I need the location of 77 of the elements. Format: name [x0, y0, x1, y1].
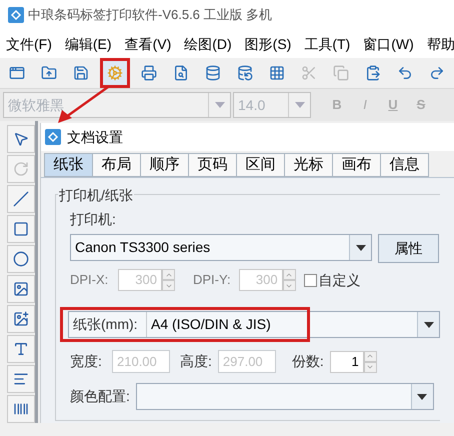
- image-icon: [12, 281, 28, 297]
- tool-button[interactable]: [6, 365, 34, 393]
- width-label: 宽度:: [70, 352, 103, 371]
- grid-icon: [269, 65, 285, 81]
- menu-item[interactable]: 窗口(W): [363, 34, 414, 54]
- tab[interactable]: 信息: [380, 153, 429, 177]
- dropdown-arrow-icon: [294, 102, 304, 108]
- save-icon: [73, 65, 89, 81]
- dropdown[interactable]: Canon TS3300 series: [70, 234, 372, 261]
- tab[interactable]: 画布: [332, 153, 381, 177]
- dropdown-arrow-icon: [214, 102, 224, 108]
- menu-item[interactable]: 查看(V): [124, 34, 172, 54]
- tab[interactable]: 区间: [236, 153, 285, 177]
- tool-button[interactable]: [6, 245, 34, 273]
- dropdown-value: Canon TS3300 series: [74, 238, 212, 257]
- menu-item[interactable]: 图形(S): [244, 34, 292, 54]
- app-logo-icon: [8, 7, 24, 23]
- down-icon: [366, 363, 374, 371]
- image-icon: [12, 311, 28, 327]
- toolbar-button[interactable]: [100, 58, 130, 88]
- rectangle-icon: [12, 221, 28, 237]
- pointer-icon: [12, 131, 28, 147]
- tab[interactable]: 光标: [284, 153, 333, 177]
- tab[interactable]: 顺序: [140, 153, 189, 177]
- copy-icon: [333, 65, 349, 81]
- letter-icon: [12, 341, 28, 357]
- tool-button[interactable]: [6, 215, 34, 243]
- tab[interactable]: 页码: [188, 153, 237, 177]
- document-search-icon: [173, 65, 189, 81]
- redo-icon: [429, 65, 445, 81]
- copies-label: 份数:: [292, 352, 324, 371]
- tool-button[interactable]: [6, 125, 34, 153]
- folder-icon: [41, 65, 57, 81]
- dropdown-arrow-icon: [356, 244, 366, 250]
- printer-label: 打印机:: [70, 210, 117, 229]
- text-lines-icon: [12, 371, 28, 387]
- dpi-y-label: DPI-Y:: [193, 271, 231, 290]
- checkbox-label: 自定义: [318, 270, 361, 290]
- clipboard-icon: [365, 65, 381, 81]
- settings-icon: [107, 65, 123, 81]
- properties-button[interactable]: 属性: [378, 234, 439, 263]
- tool-button[interactable]: [6, 305, 34, 333]
- checkbox[interactable]: [304, 274, 317, 286]
- ellipse-icon: [12, 251, 28, 267]
- number-field[interactable]: 1: [330, 350, 364, 372]
- barcode-icon: [12, 401, 28, 417]
- tool-button[interactable]: [6, 335, 34, 363]
- dialog-title: 文档设置: [67, 128, 123, 146]
- scissors-icon: [301, 65, 317, 81]
- database-icon: [205, 65, 221, 81]
- menu-item[interactable]: 绘图(D): [184, 34, 232, 54]
- line-icon: [12, 191, 28, 207]
- menu-item[interactable]: 工具(T): [304, 34, 350, 54]
- menu-item[interactable]: 编辑(E): [64, 34, 112, 54]
- up-icon: [366, 352, 374, 360]
- dropdown-arrow-icon: [417, 394, 428, 400]
- color-profile-dropdown[interactable]: [136, 383, 434, 410]
- menu-item[interactable]: 文件(F): [6, 34, 52, 54]
- tool-button[interactable]: [6, 275, 34, 303]
- tool-button[interactable]: [6, 185, 34, 213]
- window-icon: [9, 65, 25, 81]
- tab[interactable]: 布局: [92, 153, 141, 177]
- app-logo-icon: [45, 129, 61, 145]
- dropdown-arrow-icon: [424, 322, 434, 328]
- undo-icon: [397, 65, 413, 81]
- color-profile-label: 颜色配置:: [70, 387, 130, 406]
- rotate-icon: [12, 161, 28, 177]
- tool-button[interactable]: [6, 395, 34, 423]
- paper-value[interactable]: A4 (ISO/DIN & JIS): [147, 312, 417, 337]
- menu-item[interactable]: 帮助: [426, 34, 454, 54]
- height-label: 高度:: [180, 352, 212, 371]
- dpi-x-label: DPI-X:: [70, 271, 110, 290]
- paper-label: 纸张(mm):: [69, 312, 147, 337]
- database-icon: [237, 65, 253, 81]
- tab[interactable]: 纸张: [44, 153, 93, 177]
- printer-icon: [141, 65, 157, 81]
- window-title: 中琅条码标签打印软件-V6.5.6 工业版 多机: [28, 6, 272, 24]
